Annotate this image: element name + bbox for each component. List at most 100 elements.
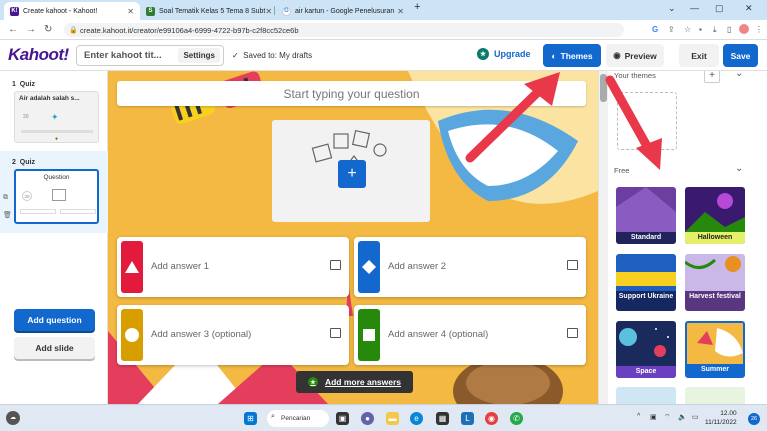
tab-search-icon[interactable]: ⌄: [668, 3, 676, 14]
slide-index: 2: [12, 159, 16, 166]
answer-1-card[interactable]: Add answer 1: [117, 237, 349, 297]
save-button[interactable]: Save: [723, 44, 758, 67]
preview-button[interactable]: ◉ Preview: [606, 44, 664, 67]
collapse-chevron-icon[interactable]: ⌄: [735, 71, 743, 79]
theme-summer[interactable]: Summer: [685, 321, 745, 378]
google-lens-icon[interactable]: G: [652, 25, 658, 34]
answer-1-input[interactable]: Add answer 1: [151, 261, 209, 272]
lock-icon: 🔒: [69, 27, 78, 34]
kahoot-logo[interactable]: Kahoot!: [8, 45, 69, 65]
theme-harvest-festival[interactable]: Harvest festival: [685, 254, 745, 311]
expand-chevron-icon[interactable]: ⌄: [735, 163, 743, 174]
add-more-answers-button[interactable]: ★ Add more answers: [296, 371, 413, 393]
sidepanel-icon[interactable]: ▯: [727, 25, 731, 34]
notification-badge[interactable]: 26: [748, 413, 760, 425]
answer-3-input[interactable]: Add answer 3 (optional): [151, 329, 251, 340]
file-explorer-icon[interactable]: ▬: [386, 412, 399, 425]
share-icon[interactable]: ⇪: [668, 25, 675, 34]
chrome-icon[interactable]: ◉: [485, 412, 498, 425]
download-icon[interactable]: ⤓: [713, 25, 717, 35]
upgrade-label: Upgrade: [494, 49, 531, 59]
task-view-icon[interactable]: ▣: [336, 412, 349, 425]
minimize-icon[interactable]: —: [690, 3, 699, 13]
tab-google[interactable]: G air kartun - Google Penelusuran ✕: [276, 2, 410, 20]
address-bar-row: ← → ↻ 🔒 create.kahoot.it/creator/e99106a…: [0, 20, 767, 40]
theme-halloween[interactable]: Halloween: [685, 187, 745, 244]
extension-icon[interactable]: ▪: [699, 25, 702, 34]
profile-avatar[interactable]: [739, 24, 749, 34]
exit-button[interactable]: Exit: [679, 44, 719, 67]
free-themes-heading: Free: [614, 166, 630, 175]
theme-space[interactable]: Space: [616, 321, 676, 378]
volume-icon[interactable]: 🔈: [678, 413, 687, 421]
taskbar-clock[interactable]: 12.00 11/11/2022: [705, 409, 737, 427]
panel-scrollbar[interactable]: [599, 71, 608, 404]
add-slide-button[interactable]: Add slide: [14, 337, 95, 359]
add-theme-button[interactable]: +: [704, 71, 720, 83]
close-tab-icon[interactable]: ✕: [127, 7, 134, 16]
theme-name: Standard: [616, 232, 676, 244]
chat-icon[interactable]: ●: [361, 412, 374, 425]
settings-button[interactable]: Settings: [178, 48, 220, 63]
add-question-button[interactable]: Add question: [14, 309, 95, 331]
image-thumbnail-icon: ✦: [51, 112, 59, 122]
custom-theme-placeholder[interactable]: [617, 92, 677, 150]
tray-chevron-icon[interactable]: ^: [637, 413, 640, 420]
theme-name: Space: [616, 366, 676, 378]
battery-icon[interactable]: ▭: [692, 413, 699, 421]
store-icon[interactable]: ▦: [436, 412, 449, 425]
slide-type: Quiz: [19, 81, 35, 88]
scrollbar-thumb[interactable]: [600, 74, 607, 102]
image-icon[interactable]: [567, 328, 578, 338]
theme-support-ukraine[interactable]: Support Ukraine: [616, 254, 676, 311]
image-icon[interactable]: [567, 260, 578, 270]
slide-1-header: 1 Quiz: [12, 81, 35, 88]
add-media-button[interactable]: +: [338, 160, 366, 188]
forward-icon[interactable]: →: [26, 24, 36, 35]
theme-more-2[interactable]: [685, 387, 745, 404]
l-app-icon[interactable]: L: [461, 412, 474, 425]
theme-more-1[interactable]: [616, 387, 676, 404]
answer-2-card[interactable]: Add answer 2: [354, 237, 586, 297]
theme-name: Support Ukraine: [616, 291, 676, 311]
tab-kahoot[interactable]: K! Create kahoot - Kahoot! ✕: [4, 2, 140, 20]
tray-app-icon[interactable]: ▣: [650, 413, 657, 421]
question-input[interactable]: Start typing your question: [117, 81, 586, 106]
taskbar-search[interactable]: ⌕ Pencarian: [267, 410, 329, 427]
slide-1-thumbnail[interactable]: Air adalah salah s... 20 ✦ ●: [14, 91, 99, 143]
windows-start-icon[interactable]: ⊞: [244, 412, 257, 425]
answer-1-color: [121, 241, 143, 293]
back-icon[interactable]: ←: [8, 24, 18, 35]
theme-standard[interactable]: Standard: [616, 187, 676, 244]
edge-icon[interactable]: e: [410, 412, 423, 425]
maximize-icon[interactable]: ▢: [715, 3, 724, 14]
upgrade-button[interactable]: ★ Upgrade: [477, 48, 531, 60]
answer-4-input[interactable]: Add answer 4 (optional): [388, 329, 488, 340]
duplicate-icon[interactable]: ⧉: [3, 194, 8, 202]
answer-3-card[interactable]: Add answer 3 (optional): [117, 305, 349, 365]
menu-kebab-icon[interactable]: ⋮: [755, 25, 763, 34]
weather-icon[interactable]: ☁: [6, 411, 20, 425]
slide-2-thumbnail[interactable]: Question 20: [14, 169, 99, 224]
image-icon[interactable]: [330, 260, 341, 270]
whatsapp-icon[interactable]: ✆: [510, 412, 523, 425]
close-window-icon[interactable]: ✕: [745, 3, 753, 14]
wifi-icon[interactable]: ⌔: [664, 413, 671, 422]
answer-2-input[interactable]: Add answer 2: [388, 261, 446, 272]
answer-4-card[interactable]: Add answer 4 (optional): [354, 305, 586, 365]
tab-title: Create kahoot - Kahoot!: [23, 7, 98, 15]
more-answers-label: Add more answers: [324, 377, 402, 387]
star-icon: ★: [307, 377, 318, 387]
close-tab-icon[interactable]: ✕: [397, 7, 404, 16]
image-icon[interactable]: [330, 328, 341, 338]
reload-icon[interactable]: ↻: [44, 24, 52, 35]
url-input[interactable]: 🔒 create.kahoot.it/creator/e99106a4-6999…: [64, 23, 624, 37]
tab-soal[interactable]: S Soal Tematik Kelas 5 Tema 8 Subt ✕: [140, 2, 274, 20]
bookmark-star-icon[interactable]: ☆: [684, 25, 691, 34]
kahoot-title-input[interactable]: Enter kahoot tit... Settings: [76, 45, 224, 66]
new-tab-button[interactable]: +: [414, 1, 420, 13]
tab-title: air kartun - Google Penelusuran: [295, 7, 395, 15]
delete-icon[interactable]: 🗑: [3, 211, 12, 219]
close-tab-icon[interactable]: ✕: [265, 7, 272, 16]
themes-button[interactable]: ◐ Themes: [543, 44, 601, 67]
